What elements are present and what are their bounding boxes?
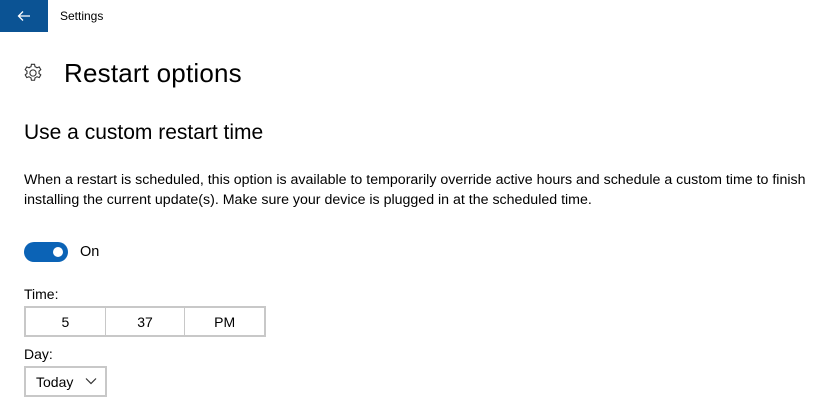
window-title: Settings bbox=[60, 9, 104, 23]
gear-icon bbox=[24, 63, 42, 81]
time-minute[interactable]: 37 bbox=[104, 308, 185, 335]
time-hour[interactable]: 5 bbox=[26, 308, 105, 335]
title-bar: Settings bbox=[0, 0, 822, 32]
back-arrow-icon bbox=[17, 11, 30, 21]
day-label: Day: bbox=[24, 346, 53, 362]
custom-restart-toggle[interactable] bbox=[24, 242, 68, 262]
section-title: Use a custom restart time bbox=[24, 121, 264, 144]
section-description: When a restart is scheduled, this option… bbox=[24, 172, 806, 208]
back-button[interactable] bbox=[0, 0, 48, 32]
time-picker: 5 37 PM bbox=[24, 306, 266, 337]
time-period[interactable]: PM bbox=[184, 308, 264, 335]
toggle-state-label: On bbox=[80, 244, 100, 260]
page-title: Restart options bbox=[64, 57, 242, 88]
toggle-knob bbox=[53, 247, 63, 257]
chevron-down-icon bbox=[85, 378, 97, 385]
time-label: Time: bbox=[24, 286, 59, 302]
page-header: Restart options bbox=[22, 56, 242, 90]
day-value: Today bbox=[36, 373, 74, 390]
day-dropdown[interactable]: Today bbox=[24, 366, 107, 397]
custom-restart-toggle-row: On bbox=[24, 242, 99, 262]
